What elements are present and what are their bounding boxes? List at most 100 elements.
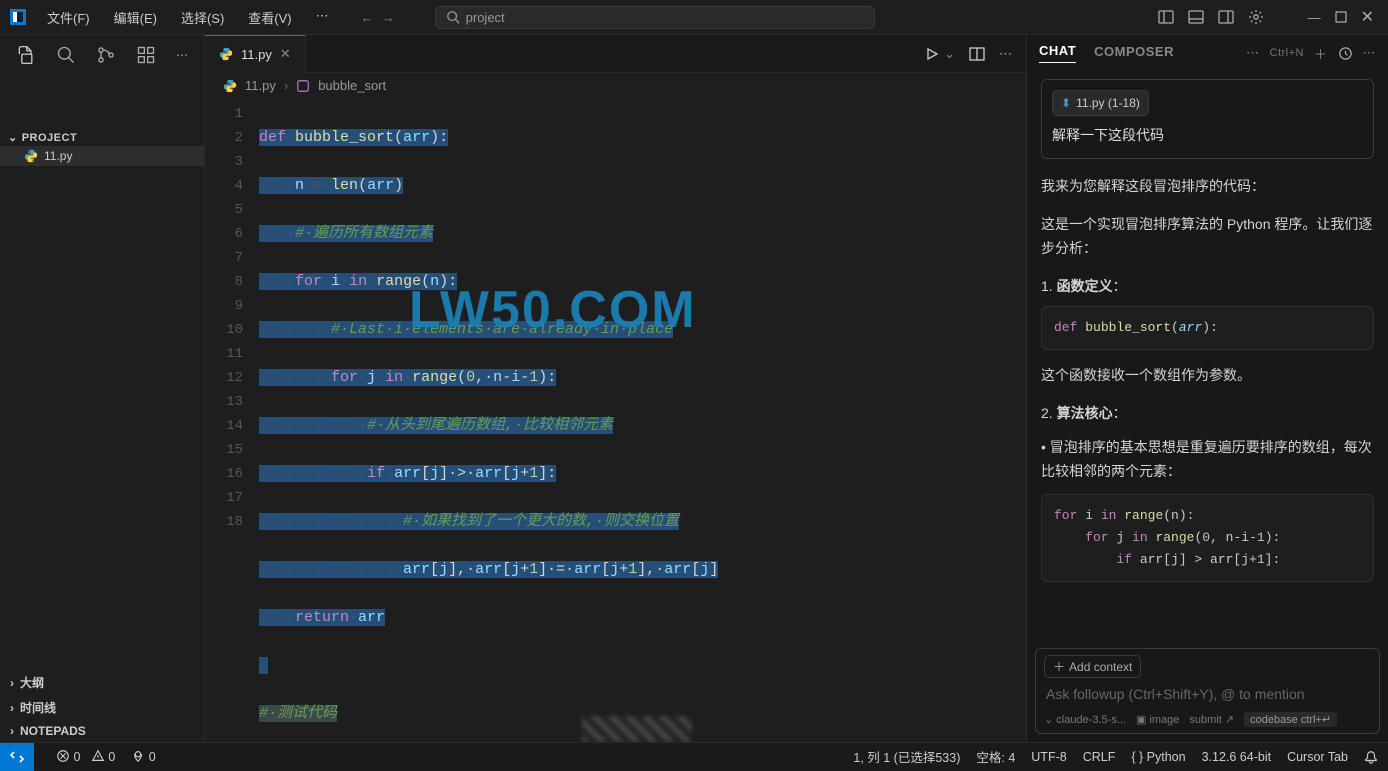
command-center[interactable]: project [435, 6, 875, 29]
nav-forward-icon[interactable]: → [382, 10, 395, 25]
python-file-icon [223, 79, 237, 93]
editor-tabs: 11.py ✕ ⌄ ⋯ [205, 35, 1026, 73]
status-interpreter[interactable]: 3.12.6 64-bit [1202, 750, 1272, 764]
file-tree-item[interactable]: 11.py [0, 146, 204, 166]
chat-new-icon[interactable]: ＋ [1314, 44, 1328, 63]
model-picker[interactable]: ⌄ claude-3.5-s... [1044, 713, 1126, 726]
user-prompt-text: 解释一下这段代码 [1052, 124, 1363, 148]
outline-section[interactable]: ›大纲 [0, 670, 204, 695]
minimap[interactable] [1014, 98, 1026, 742]
chat-input-area: ＋ Add context Ask followup (Ctrl+Shift+Y… [1035, 648, 1380, 734]
search-sidebar-icon[interactable] [56, 45, 76, 65]
nav-arrows: ← → [361, 10, 395, 25]
editor-tab[interactable]: 11.py ✕ [205, 35, 306, 73]
menu-more[interactable]: ⋯ [308, 4, 337, 31]
breadcrumbs[interactable]: 11.py › bubble_sort [205, 73, 1026, 98]
add-context-button[interactable]: ＋ Add context [1044, 655, 1141, 678]
status-encoding[interactable]: UTF-8 [1031, 750, 1066, 764]
titlebar-right: ― ✕ [1158, 7, 1388, 27]
status-eol[interactable]: CRLF [1083, 750, 1116, 764]
status-cursor-tab[interactable]: Cursor Tab [1287, 750, 1348, 764]
chat-input[interactable]: Ask followup (Ctrl+Shift+Y), @ to mentio… [1044, 678, 1371, 712]
notepads-section[interactable]: ›NOTEPADS [0, 720, 204, 742]
tab-close-icon[interactable]: ✕ [280, 46, 291, 62]
chat-heading: 1. 1. 函数定义：函数定义： [1041, 275, 1374, 299]
notifications-icon[interactable] [1364, 750, 1378, 764]
tab-label: 11.py [241, 47, 272, 62]
chat-body: ⬍11.py (1-18) 解释一下这段代码 我来为您解释这段冒泡排序的代码： … [1027, 71, 1388, 648]
status-bar: 0 0 0 1, 列 1 (已选择533) 空格: 4 UTF-8 CRLF {… [0, 742, 1388, 770]
status-spaces[interactable]: 空格: 4 [976, 747, 1015, 766]
layout-primary-icon[interactable] [1158, 9, 1174, 25]
chevron-right-icon: › [10, 676, 14, 690]
context-chip[interactable]: ⬍11.py (1-18) [1052, 90, 1149, 116]
search-icon [446, 10, 460, 24]
menu-select[interactable]: 选择(S) [173, 4, 232, 31]
codebase-pill[interactable]: codebase ctrl+↵ [1244, 712, 1337, 727]
layout-secondary-icon[interactable] [1218, 9, 1234, 25]
composer-tab[interactable]: COMPOSER [1094, 44, 1174, 63]
window-minimize-icon[interactable]: ― [1308, 10, 1321, 25]
editor-area: 11.py ✕ ⌄ ⋯ 11.py › bubble_sort 12345678… [205, 35, 1026, 742]
chat-tab[interactable]: CHAT [1039, 43, 1076, 63]
menu-edit[interactable]: 编辑(E) [106, 4, 165, 31]
redacted-region [582, 716, 692, 742]
submit-button[interactable]: submit ↗ [1189, 713, 1234, 726]
python-file-icon [219, 47, 233, 61]
run-dropdown-icon[interactable]: ⌄ [944, 46, 955, 62]
window-close-icon[interactable]: ✕ [1361, 7, 1374, 27]
project-label: PROJECT [22, 132, 77, 144]
main-layout: ⋯ ⌄ PROJECT 11.py ›大纲 ›时间线 ›NOTEPADS [0, 35, 1388, 742]
editor-more-icon[interactable]: ⋯ [999, 46, 1012, 62]
chevron-right-icon: › [10, 701, 14, 715]
sidebar-bottom: ›大纲 ›时间线 ›NOTEPADS [0, 670, 204, 742]
chevron-right-icon: › [10, 724, 14, 738]
layout-bottom-icon[interactable] [1188, 9, 1204, 25]
search-text: project [466, 10, 505, 25]
code-content[interactable]: def bubble_sort(arr): ····n·=·len(arr) ·… [259, 98, 1014, 742]
chat-panel: CHAT COMPOSER ⋯ Ctrl+N ＋ ⋯ ⬍11.py (1-18)… [1026, 35, 1388, 742]
chat-overflow-icon[interactable]: ⋯ [1363, 45, 1377, 61]
python-file-icon: ⬍ [1061, 93, 1071, 113]
chat-tabs: CHAT COMPOSER ⋯ Ctrl+N ＋ ⋯ [1027, 35, 1388, 71]
nav-back-icon[interactable]: ← [361, 10, 374, 25]
menu-view[interactable]: 查看(V) [240, 4, 299, 31]
extensions-icon[interactable] [136, 45, 156, 65]
chat-response-line: 这个函数接收一个数组作为参数。 [1041, 364, 1374, 388]
editor-body[interactable]: 123456789101112131415161718 def bubble_s… [205, 98, 1026, 742]
breadcrumb-file[interactable]: 11.py [245, 78, 276, 93]
chat-prompt-box: ⬍11.py (1-18) 解释一下这段代码 [1041, 79, 1374, 159]
chat-shortcut: Ctrl+N [1270, 47, 1304, 59]
status-errors[interactable]: 0 0 [56, 749, 115, 764]
status-ports[interactable]: 0 [131, 749, 155, 764]
window-maximize-icon[interactable] [1335, 11, 1347, 23]
chat-input-footer: ⌄ claude-3.5-s... ▣ image submit ↗ codeb… [1044, 712, 1371, 727]
line-numbers: 123456789101112131415161718 [205, 98, 259, 742]
chat-history-icon[interactable] [1338, 46, 1353, 61]
symbol-function-icon [296, 79, 310, 93]
breadcrumb-sep: › [284, 78, 288, 93]
split-editor-icon[interactable] [969, 46, 985, 62]
remote-indicator[interactable] [0, 743, 34, 771]
breadcrumb-symbol[interactable]: bubble_sort [318, 78, 386, 93]
menu-bar: 文件(F) 编辑(E) 选择(S) 查看(V) ⋯ [35, 4, 337, 31]
status-cursor-pos[interactable]: 1, 列 1 (已选择533) [853, 747, 960, 766]
image-attach-button[interactable]: ▣ image [1136, 713, 1179, 726]
run-icon[interactable] [924, 46, 940, 62]
chat-response-line: 我来为您解释这段冒泡排序的代码： [1041, 175, 1374, 199]
timeline-section[interactable]: ›时间线 [0, 695, 204, 720]
file-name: 11.py [44, 149, 72, 163]
source-control-icon[interactable] [96, 45, 116, 65]
explorer-icon[interactable] [16, 45, 36, 65]
app-logo [0, 9, 35, 25]
settings-gear-icon[interactable] [1248, 9, 1264, 25]
sidebar-more-icon[interactable]: ⋯ [176, 48, 188, 62]
title-bar: 文件(F) 编辑(E) 选择(S) 查看(V) ⋯ ← → project ― … [0, 0, 1388, 35]
chat-more-icon[interactable]: ⋯ [1246, 45, 1260, 61]
menu-file[interactable]: 文件(F) [39, 4, 98, 31]
project-header[interactable]: ⌄ PROJECT [0, 75, 204, 146]
chat-heading: 2. 算法核心： [1041, 402, 1374, 426]
editor-toolbar: ⌄ ⋯ [924, 46, 1026, 62]
explorer-sidebar: ⋯ ⌄ PROJECT 11.py ›大纲 ›时间线 ›NOTEPADS [0, 35, 205, 742]
status-language[interactable]: { } Python [1131, 750, 1185, 764]
